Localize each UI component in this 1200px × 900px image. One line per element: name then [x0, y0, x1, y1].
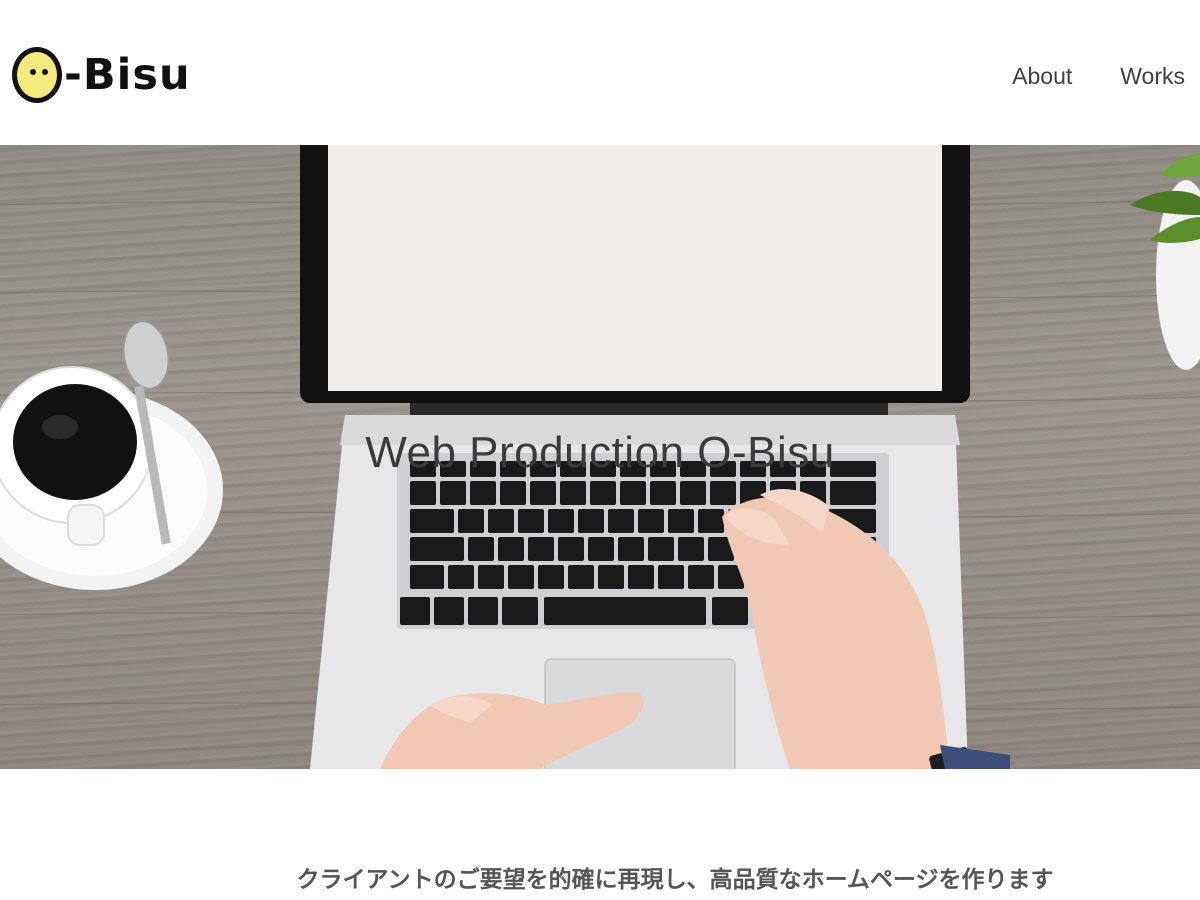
site-header: -Bisu About Works — [0, 0, 1200, 145]
main-nav: About Works — [1012, 63, 1185, 90]
logo-text: -Bisu — [64, 50, 191, 100]
site-logo[interactable]: -Bisu — [12, 44, 191, 106]
logo-face-icon — [12, 47, 62, 103]
hero-title: Web Production O-Bisu — [365, 428, 835, 477]
hero-image: Web Production O-Bisu — [0, 145, 1200, 769]
nav-link-works[interactable]: Works — [1120, 63, 1185, 90]
nav-link-about[interactable]: About — [1012, 63, 1072, 90]
tagline: クライアントのご要望を的確に再現し、高品質なホームページを作ります — [296, 867, 1054, 893]
